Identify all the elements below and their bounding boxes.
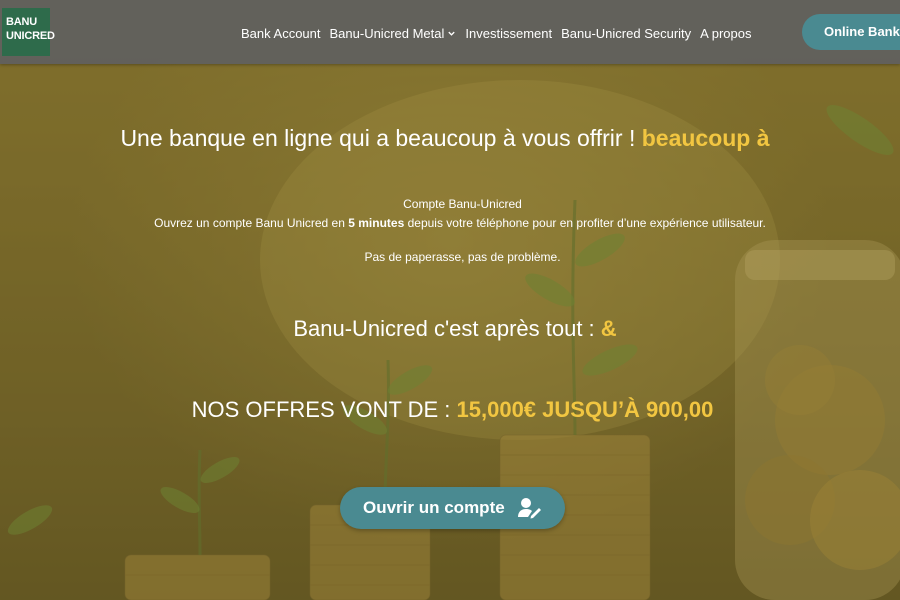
sub-text: Ouvrez un compte Banu Unicred en 5 minut…: [0, 216, 900, 230]
offers-accent: 15,000€ JUSQU’À 900,00: [456, 397, 714, 422]
nav-item-security[interactable]: Banu-Unicred Security: [561, 26, 691, 41]
nav-item-label: Bank Account: [241, 25, 321, 41]
nav-item-bank-account[interactable]: Bank Account: [241, 26, 321, 41]
nav-item-label: Banu-Unicred Security: [561, 25, 692, 41]
nav-item-label: A propos: [700, 25, 752, 41]
open-account-label: Ouvrir un compte: [363, 498, 505, 517]
sub-text-after: depuis votre téléphone pour en profiter …: [407, 216, 766, 230]
headline-text: Une banque en ligne qui a beaucoup à vou…: [120, 125, 636, 151]
sub-title: Compte Banu-Unicred: [403, 197, 522, 211]
logo-line-1: BANU: [6, 16, 37, 28]
nav-menu: Bank Account Banu-Unicred Metal Investis…: [241, 24, 760, 42]
sub-text-bold: 5 minutes: [348, 216, 405, 230]
nav-item-investissement[interactable]: Investissement: [465, 26, 552, 41]
user-edit-icon: [518, 498, 541, 519]
brand-logo[interactable]: BANU UNICRED: [2, 8, 55, 56]
tagline-text: Banu-Unicred c'est après tout :: [293, 316, 595, 341]
offers-line: NOS OFFRES VONT DE : 15,000€ JUSQU’À 900…: [0, 397, 900, 423]
headline-accent: beaucoup à: [641, 125, 770, 151]
nav-item-label: Investissement: [465, 25, 553, 41]
tagline-accent: &: [600, 316, 617, 341]
logo-line-2: UNICRED: [6, 30, 55, 42]
tagline: Banu-Unicred c'est après tout : &: [0, 316, 900, 342]
navbar: BANU UNICRED Bank Account Banu-Unicred M…: [0, 0, 900, 64]
nav-item-metal[interactable]: Banu-Unicred Metal: [330, 26, 457, 41]
hero-headline: Une banque en ligne qui a beaucoup à vou…: [0, 125, 900, 152]
online-banking-button[interactable]: Online Banking: [802, 14, 900, 50]
sub-text-before: Ouvrez un compte Banu Unicred en: [154, 216, 345, 230]
sub-note: Pas de paperasse, pas de problème.: [364, 250, 561, 264]
open-account-button[interactable]: Ouvrir un compte: [340, 487, 565, 529]
offers-text: NOS OFFRES VONT DE :: [191, 397, 451, 422]
nav-item-a-propos[interactable]: A propos: [700, 26, 751, 41]
nav-item-label: Banu-Unicred Metal: [329, 25, 445, 41]
chevron-down-icon: [448, 31, 456, 36]
